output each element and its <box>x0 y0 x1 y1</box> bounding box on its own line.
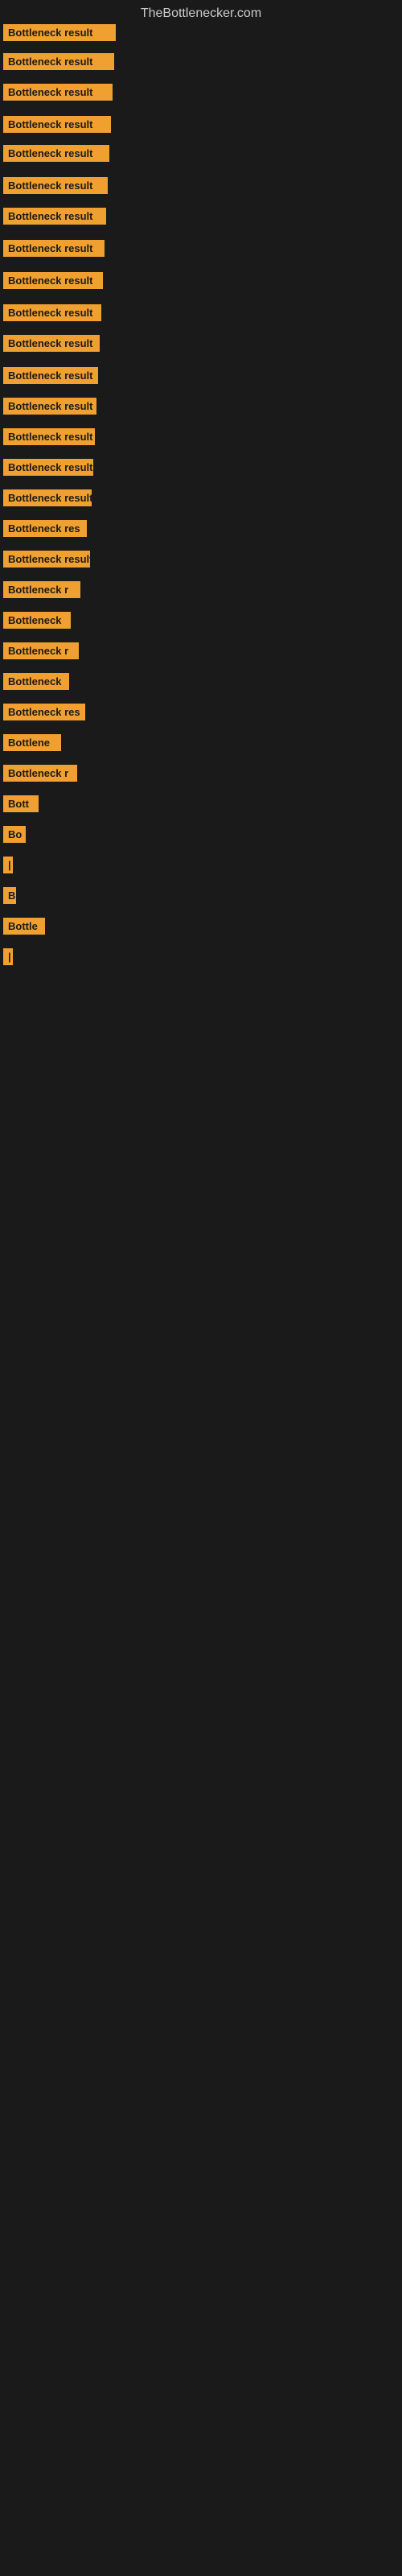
bottleneck-label: Bottleneck result <box>3 304 101 321</box>
bottleneck-item: Bottleneck result <box>3 145 402 166</box>
bottleneck-item: Bottleneck result <box>3 489 402 510</box>
bottleneck-label: Bottleneck result <box>3 551 90 568</box>
bottleneck-label: Bo <box>3 826 26 843</box>
bottleneck-label: Bottleneck r <box>3 642 79 659</box>
bottleneck-label: Bottleneck r <box>3 765 77 782</box>
bottleneck-item: Bottleneck <box>3 612 402 633</box>
bottleneck-label: Bottleneck result <box>3 398 96 415</box>
bottleneck-label: Bottlene <box>3 734 61 751</box>
bottleneck-label: Bottleneck res <box>3 520 87 537</box>
bottleneck-item: Bottleneck r <box>3 642 402 663</box>
bottleneck-item: Bottleneck res <box>3 704 402 724</box>
bottleneck-item: Bottleneck result <box>3 428 402 449</box>
bottleneck-item: Bottleneck result <box>3 177 402 198</box>
bottleneck-item: Bottleneck result <box>3 398 402 419</box>
bottleneck-label: Bottleneck r <box>3 581 80 598</box>
bottleneck-item: Bottleneck result <box>3 551 402 572</box>
bottleneck-label: Bottleneck result <box>3 208 106 225</box>
bottleneck-item: Bottleneck result <box>3 84 402 105</box>
bottleneck-label: Bottle <box>3 918 45 935</box>
bottleneck-item: Bottleneck result <box>3 459 402 480</box>
bottleneck-item: Bottleneck <box>3 673 402 694</box>
bottleneck-item: Bo <box>3 826 402 847</box>
bottleneck-item: | <box>3 948 402 969</box>
bottleneck-label: Bottleneck result <box>3 428 95 445</box>
bottleneck-label: Bottleneck <box>3 673 69 690</box>
bottleneck-item: Bottleneck result <box>3 304 402 325</box>
bottleneck-label: Bottleneck result <box>3 84 113 101</box>
bottleneck-label: B <box>3 887 16 904</box>
bottleneck-item: Bottle <box>3 918 402 939</box>
bottleneck-label: | <box>3 857 13 873</box>
bottleneck-item: Bottleneck res <box>3 520 402 541</box>
bottleneck-item: Bottleneck result <box>3 240 402 261</box>
bottleneck-item: Bottleneck result <box>3 208 402 229</box>
bottleneck-label: Bottleneck <box>3 612 71 629</box>
bottleneck-label: Bottleneck result <box>3 177 108 194</box>
bottleneck-label: Bottleneck result <box>3 489 92 506</box>
bottleneck-item: Bottleneck result <box>3 272 402 293</box>
bottleneck-label: Bottleneck res <box>3 704 85 720</box>
bottleneck-label: Bottleneck result <box>3 335 100 352</box>
bottleneck-item: Bott <box>3 795 402 816</box>
bottleneck-item: Bottleneck result <box>3 24 402 45</box>
bottleneck-item: B <box>3 887 402 908</box>
bottleneck-item: Bottleneck result <box>3 367 402 388</box>
bottleneck-label: Bott <box>3 795 39 812</box>
bottleneck-label: Bottleneck result <box>3 459 93 476</box>
bottleneck-label: Bottleneck result <box>3 367 98 384</box>
bottleneck-item: Bottleneck result <box>3 53 402 74</box>
bottleneck-label: Bottleneck result <box>3 240 105 257</box>
bottleneck-label: | <box>3 948 13 965</box>
bottleneck-item: Bottleneck r <box>3 765 402 786</box>
bottleneck-item: Bottlene <box>3 734 402 755</box>
bottleneck-item: Bottleneck r <box>3 581 402 602</box>
bottleneck-label: Bottleneck result <box>3 272 103 289</box>
bottleneck-label: Bottleneck result <box>3 145 109 162</box>
bottleneck-item: Bottleneck result <box>3 116 402 137</box>
bottleneck-label: Bottleneck result <box>3 24 116 41</box>
site-title: TheBottlenecker.com <box>0 0 402 24</box>
bottleneck-label: Bottleneck result <box>3 116 111 133</box>
bottleneck-label: Bottleneck result <box>3 53 114 70</box>
bottleneck-item: | <box>3 857 402 877</box>
bottleneck-item: Bottleneck result <box>3 335 402 356</box>
